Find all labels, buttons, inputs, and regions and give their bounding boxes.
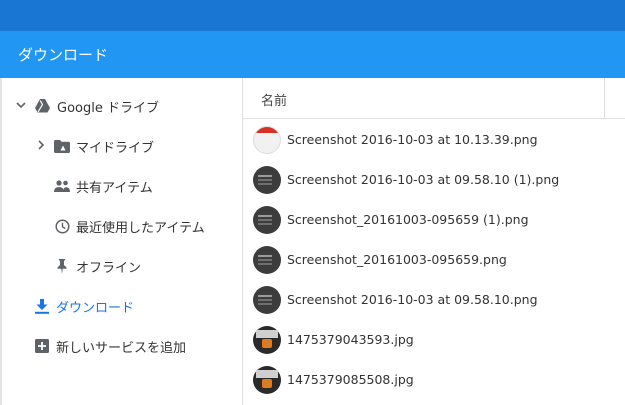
file-name: Screenshot_20161003-095659.png [287, 252, 507, 267]
file-row[interactable]: Screenshot_20161003-095659.png [243, 240, 625, 280]
file-row[interactable]: 1475379085508.jpg [243, 360, 625, 400]
chevron-right-icon[interactable] [34, 139, 48, 153]
sidebar-item-label: 新しいサービスを追加 [56, 341, 187, 356]
sidebar-item-label: ダウンロード [56, 301, 135, 316]
folder-drive-icon [54, 138, 70, 154]
sidebar-item-my-drive[interactable]: マイドライブ [2, 126, 242, 166]
clock-icon [54, 218, 70, 234]
sidebar-item-add-service[interactable]: 新しいサービスを追加 [2, 326, 242, 366]
column-header-name[interactable]: 名前 [261, 90, 287, 109]
pin-icon [54, 258, 70, 274]
file-thumbnail [253, 246, 281, 274]
file-row[interactable]: Screenshot 2016-10-03 at 09.58.10.png [243, 280, 625, 320]
file-row[interactable]: Screenshot_20161003-095659 (1).png [243, 200, 625, 240]
google-drive-icon [34, 98, 50, 114]
file-thumbnail [253, 166, 281, 194]
sidebar-item-shared[interactable]: 共有アイテム [2, 166, 242, 206]
file-name: 1475379085508.jpg [287, 372, 414, 387]
chevron-down-icon[interactable] [14, 99, 28, 113]
sidebar-item-label: マイドライブ [76, 141, 155, 156]
add-box-icon [34, 338, 50, 354]
file-name: Screenshot 2016-10-03 at 09.58.10 (1).pn… [287, 172, 560, 187]
sidebar-item-downloads[interactable]: ダウンロード [2, 286, 242, 326]
sidebar-item-google-drive[interactable]: Google ドライブ [2, 86, 242, 126]
people-icon [54, 178, 70, 194]
file-list: 名前 Screenshot 2016-10-03 at 10.13.39.png… [243, 78, 625, 405]
sidebar-item-label: Google ドライブ [57, 101, 159, 116]
column-header: 名前 [243, 78, 625, 119]
sidebar-item-label: 最近使用したアイテム [76, 221, 205, 236]
file-name: 1475379043593.jpg [287, 332, 414, 347]
sidebar-item-label: オフライン [76, 261, 142, 276]
sidebar-item-label: 共有アイテム [76, 181, 153, 196]
file-thumbnail [253, 206, 281, 234]
file-row[interactable]: Screenshot 2016-10-03 at 10.13.39.png [243, 120, 625, 160]
file-thumbnail [253, 326, 281, 354]
file-name: Screenshot 2016-10-03 at 10.13.39.png [287, 132, 538, 147]
sidebar-item-offline[interactable]: オフライン [2, 246, 242, 286]
file-name: Screenshot_20161003-095659 (1).png [287, 212, 529, 227]
file-name: Screenshot 2016-10-03 at 09.58.10.png [287, 292, 538, 307]
sidebar-item-recent[interactable]: 最近使用したアイテム [2, 206, 242, 246]
dialog-titlebar: ダウンロード [0, 31, 625, 78]
download-icon [34, 298, 50, 314]
file-thumbnail [253, 126, 281, 154]
top-strip [0, 0, 625, 31]
file-row[interactable]: 1475379043593.jpg [243, 320, 625, 360]
column-resize-handle[interactable] [604, 78, 605, 118]
file-row[interactable]: Screenshot 2016-10-03 at 09.58.10 (1).pn… [243, 160, 625, 200]
sidebar: Google ドライブ マイドライブ 共有アイテム 最近使用したアイテム オフラ… [2, 78, 242, 405]
dialog-title: ダウンロード [18, 46, 109, 64]
file-thumbnail [253, 366, 281, 394]
file-thumbnail [253, 286, 281, 314]
